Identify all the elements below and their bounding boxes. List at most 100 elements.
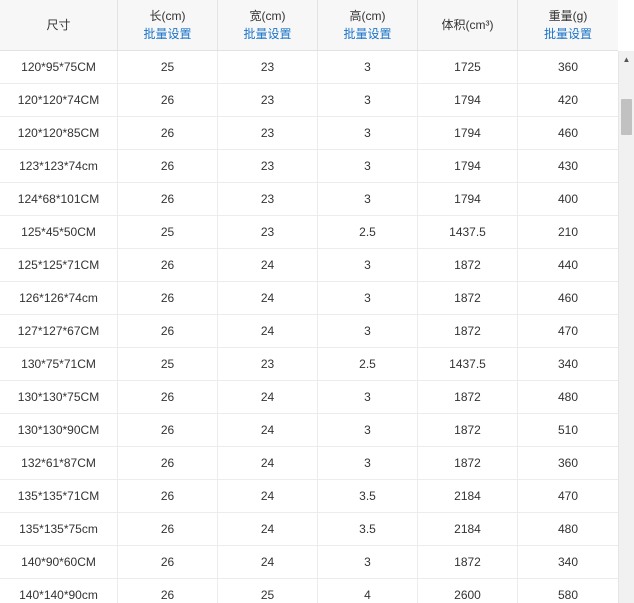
- header-weight-title: 重量(g): [548, 9, 588, 23]
- table-row: 140*90*60CM 26 24 3 1872 340: [0, 546, 618, 579]
- width-cell: 23: [218, 183, 318, 216]
- width-cell: 23: [218, 348, 318, 381]
- weight-cell: 480: [518, 513, 618, 546]
- volume-cell: 2184: [418, 480, 518, 513]
- height-cell: 3: [318, 447, 418, 480]
- height-cell: 3: [318, 381, 418, 414]
- size-cell: 140*90*60CM: [0, 546, 118, 579]
- volume-cell: 1437.5: [418, 348, 518, 381]
- size-cell: 120*120*85CM: [0, 117, 118, 150]
- width-cell: 24: [218, 480, 318, 513]
- height-cell: 3: [318, 183, 418, 216]
- weight-cell: 420: [518, 84, 618, 117]
- height-cell: 3: [318, 249, 418, 282]
- batch-set-length-link[interactable]: 批量设置: [143, 25, 191, 43]
- size-cell: 135*135*75cm: [0, 513, 118, 546]
- volume-cell: 1794: [418, 84, 518, 117]
- table-row: 132*61*87CM 26 24 3 1872 360: [0, 447, 618, 480]
- length-cell: 26: [118, 282, 218, 315]
- weight-cell: 470: [518, 315, 618, 348]
- weight-cell: 360: [518, 51, 618, 84]
- header-height-title: 高(cm): [349, 9, 386, 23]
- width-cell: 24: [218, 249, 318, 282]
- table-row: 130*130*75CM 26 24 3 1872 480: [0, 381, 618, 414]
- volume-cell: 1872: [418, 249, 518, 282]
- volume-cell: 2184: [418, 513, 518, 546]
- header-height: 高(cm) 批量设置: [318, 0, 418, 50]
- size-cell: 130*130*90CM: [0, 414, 118, 447]
- width-cell: 24: [218, 414, 318, 447]
- size-cell: 132*61*87CM: [0, 447, 118, 480]
- table-row: 125*45*50CM 25 23 2.5 1437.5 210: [0, 216, 618, 249]
- length-cell: 25: [118, 348, 218, 381]
- length-cell: 26: [118, 150, 218, 183]
- height-cell: 2.5: [318, 348, 418, 381]
- table-row: 123*123*74cm 26 23 3 1794 430: [0, 150, 618, 183]
- batch-set-weight-link[interactable]: 批量设置: [544, 25, 592, 43]
- width-cell: 23: [218, 216, 318, 249]
- length-cell: 26: [118, 447, 218, 480]
- volume-cell: 1794: [418, 150, 518, 183]
- height-cell: 3: [318, 414, 418, 447]
- width-cell: 23: [218, 117, 318, 150]
- batch-set-height-link[interactable]: 批量设置: [343, 25, 391, 43]
- vertical-scrollbar[interactable]: ▲: [618, 51, 634, 603]
- batch-set-width-link[interactable]: 批量设置: [243, 25, 291, 43]
- height-cell: 3: [318, 117, 418, 150]
- width-cell: 23: [218, 150, 318, 183]
- header-volume: 体积(cm³): [418, 0, 518, 50]
- table-row: 120*95*75CM 25 23 3 1725 360: [0, 51, 618, 84]
- length-cell: 26: [118, 183, 218, 216]
- size-table-panel: 尺寸 长(cm) 批量设置 宽(cm) 批量设置 高(cm) 批量设置 体积(c…: [0, 0, 634, 603]
- width-cell: 24: [218, 315, 318, 348]
- volume-cell: 1794: [418, 117, 518, 150]
- length-cell: 26: [118, 315, 218, 348]
- width-cell: 24: [218, 447, 318, 480]
- size-cell: 130*130*75CM: [0, 381, 118, 414]
- table-row: 124*68*101CM 26 23 3 1794 400: [0, 183, 618, 216]
- weight-cell: 480: [518, 381, 618, 414]
- length-cell: 26: [118, 249, 218, 282]
- header-size-title: 尺寸: [46, 18, 71, 32]
- size-cell: 127*127*67CM: [0, 315, 118, 348]
- table-row: 135*135*71CM 26 24 3.5 2184 470: [0, 480, 618, 513]
- height-cell: 3: [318, 84, 418, 117]
- weight-cell: 360: [518, 447, 618, 480]
- size-cell: 140*140*90cm: [0, 579, 118, 603]
- length-cell: 26: [118, 579, 218, 603]
- weight-cell: 460: [518, 282, 618, 315]
- size-cell: 125*45*50CM: [0, 216, 118, 249]
- size-cell: 126*126*74cm: [0, 282, 118, 315]
- weight-cell: 400: [518, 183, 618, 216]
- height-cell: 3: [318, 546, 418, 579]
- table-row: 135*135*75cm 26 24 3.5 2184 480: [0, 513, 618, 546]
- weight-cell: 210: [518, 216, 618, 249]
- size-cell: 135*135*71CM: [0, 480, 118, 513]
- header-width: 宽(cm) 批量设置: [218, 0, 318, 50]
- height-cell: 4: [318, 579, 418, 603]
- volume-cell: 1872: [418, 282, 518, 315]
- size-cell: 124*68*101CM: [0, 183, 118, 216]
- length-cell: 26: [118, 513, 218, 546]
- height-cell: 3: [318, 51, 418, 84]
- volume-cell: 1872: [418, 414, 518, 447]
- table-row: 120*120*85CM 26 23 3 1794 460: [0, 117, 618, 150]
- header-width-title: 宽(cm): [249, 9, 286, 23]
- weight-cell: 440: [518, 249, 618, 282]
- header-weight: 重量(g) 批量设置: [518, 0, 618, 50]
- size-cell: 120*120*74CM: [0, 84, 118, 117]
- table-row: 130*130*90CM 26 24 3 1872 510: [0, 414, 618, 447]
- weight-cell: 470: [518, 480, 618, 513]
- length-cell: 26: [118, 480, 218, 513]
- height-cell: 2.5: [318, 216, 418, 249]
- volume-cell: 1794: [418, 183, 518, 216]
- table-row: 125*125*71CM 26 24 3 1872 440: [0, 249, 618, 282]
- weight-cell: 460: [518, 117, 618, 150]
- header-size: 尺寸: [0, 0, 118, 50]
- height-cell: 3: [318, 315, 418, 348]
- table-row: 130*75*71CM 25 23 2.5 1437.5 340: [0, 348, 618, 381]
- width-cell: 24: [218, 513, 318, 546]
- table-body: 120*95*75CM 25 23 3 1725 360 120*120*74CM 26 23 3…: [0, 51, 618, 603]
- scroll-thumb[interactable]: [621, 99, 632, 135]
- scroll-up-arrow[interactable]: ▲: [619, 51, 634, 67]
